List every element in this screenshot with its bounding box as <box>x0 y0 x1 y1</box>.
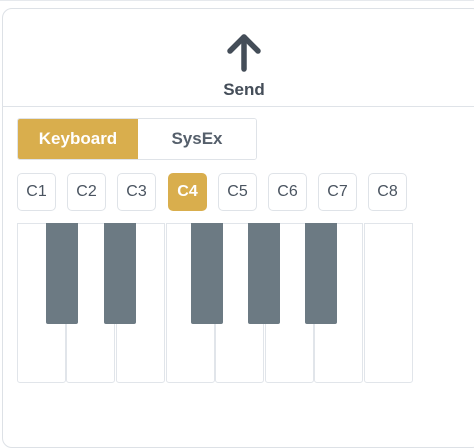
black-key-c-sharp[interactable] <box>46 223 78 324</box>
piano-keyboard <box>17 223 414 383</box>
octave-button-c7[interactable]: C7 <box>318 173 357 211</box>
black-key-g-sharp[interactable] <box>248 223 280 324</box>
mode-toggle: Keyboard SysEx <box>17 118 257 160</box>
octave-button-c2[interactable]: C2 <box>67 173 106 211</box>
octave-button-c3[interactable]: C3 <box>117 173 156 211</box>
black-key-a-sharp[interactable] <box>305 223 337 324</box>
send-button[interactable]: Send <box>198 19 290 99</box>
octave-button-c4[interactable]: C4 <box>168 173 207 211</box>
send-area: Send <box>2 9 474 107</box>
arrow-up-icon <box>227 34 261 72</box>
top-divider <box>0 0 474 1</box>
octave-button-c1[interactable]: C1 <box>17 173 56 211</box>
sysex-mode-button[interactable]: SysEx <box>138 119 256 159</box>
octave-button-c5[interactable]: C5 <box>218 173 257 211</box>
white-key-c-high[interactable] <box>364 223 413 383</box>
octave-button-c8[interactable]: C8 <box>368 173 407 211</box>
black-key-d-sharp[interactable] <box>104 223 136 324</box>
black-key-f-sharp[interactable] <box>191 223 223 324</box>
send-label: Send <box>223 80 265 99</box>
octave-button-c6[interactable]: C6 <box>268 173 307 211</box>
keyboard-mode-button[interactable]: Keyboard <box>18 119 138 159</box>
